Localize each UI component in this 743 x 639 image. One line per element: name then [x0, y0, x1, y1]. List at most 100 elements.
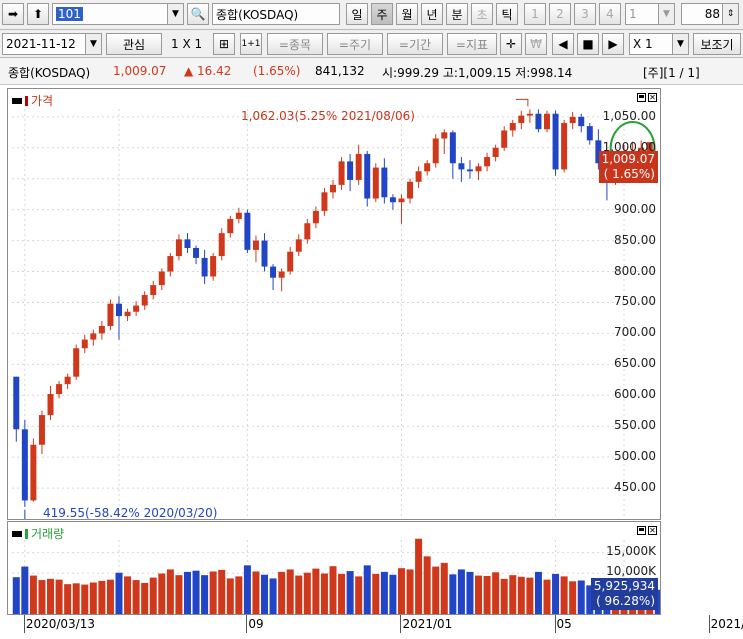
volume-bar	[64, 584, 72, 614]
volume-bar	[363, 565, 371, 614]
item-button[interactable]: =종목	[267, 33, 323, 55]
volume-bar	[380, 571, 388, 614]
period-minute-button[interactable]: 분	[446, 3, 468, 25]
series-color-icon	[25, 528, 28, 539]
grid-icon[interactable]: ⊞	[213, 33, 235, 55]
maximize-icon[interactable]	[637, 93, 646, 102]
candle	[509, 123, 516, 131]
candle	[552, 113, 559, 170]
currency-icon[interactable]: ₩	[525, 33, 547, 55]
current-price-badge: 1,009.07 ( 1.65%)	[598, 151, 658, 183]
date-tick	[554, 615, 556, 633]
info-volume: 841,132	[315, 64, 365, 78]
volume-bar	[149, 577, 157, 614]
price-chart-panel: 가격 ✕ 1,062.03(5.25% 2021/08/06) 419.55(-…	[7, 88, 661, 520]
period-button[interactable]: =주기	[327, 33, 383, 55]
stepper-icon[interactable]: ⇕	[722, 4, 738, 24]
candle	[407, 181, 414, 199]
up-arrow-icon[interactable]: ⬆	[27, 3, 49, 25]
price-tick-label: 750.00	[614, 294, 656, 309]
chevron-down-icon[interactable]: ▼	[85, 34, 101, 54]
volume-bar	[81, 584, 89, 614]
num-1-button[interactable]: 1	[524, 3, 546, 25]
volume-bar	[329, 566, 337, 614]
link-icon[interactable]: ➡	[2, 3, 24, 25]
maximize-icon[interactable]	[637, 526, 646, 535]
candle	[278, 271, 285, 278]
panel-handle-icon	[12, 530, 22, 537]
candle	[295, 239, 302, 252]
candle	[492, 147, 499, 158]
prev-icon[interactable]: ◀	[552, 33, 574, 55]
date-picker[interactable]: 2021-11-12 ▼	[2, 33, 102, 55]
zoom-select[interactable]: X 1 ▼	[629, 33, 689, 55]
candle	[73, 348, 80, 377]
num-4-button[interactable]: 4	[599, 3, 621, 25]
candle	[98, 325, 105, 334]
volume-bar	[183, 571, 191, 614]
volume-chart[interactable]	[8, 522, 660, 614]
candle	[218, 233, 225, 257]
watch-button[interactable]: 관심	[106, 33, 162, 55]
period-second-button[interactable]: 초	[471, 3, 493, 25]
code-input[interactable]: 101 ▼	[52, 3, 184, 25]
candle	[347, 161, 354, 180]
candle	[449, 132, 456, 164]
bars-value: 88	[704, 7, 720, 21]
price-chart[interactable]	[8, 89, 660, 519]
date-tick	[246, 615, 248, 633]
aux-button[interactable]: 보조기	[693, 33, 741, 55]
period-month-button[interactable]: 월	[396, 3, 418, 25]
volume-bar	[372, 573, 380, 614]
period-week-button[interactable]: 주	[371, 3, 393, 25]
current-price-value: 1,009.07	[601, 152, 655, 166]
close-icon[interactable]: ✕	[648, 526, 657, 535]
candle	[424, 163, 431, 172]
next-icon[interactable]: ▶	[602, 33, 624, 55]
chevron-down-icon[interactable]: ▼	[672, 34, 688, 54]
indicator-button[interactable]: =지표	[447, 33, 497, 55]
volume-bar	[320, 573, 328, 614]
chevron-down-icon[interactable]: ▼	[658, 4, 674, 24]
volume-title-text: 거래량	[31, 527, 65, 541]
volume-bar	[346, 571, 354, 614]
candle	[441, 132, 448, 139]
info-change-pct: (1.65%)	[253, 64, 301, 78]
period-year-button[interactable]: 년	[421, 3, 443, 25]
num-3-button[interactable]: 3	[574, 3, 596, 25]
price-tick-label: 1,050.00	[602, 108, 656, 123]
period-day-button[interactable]: 일	[346, 3, 368, 25]
layout-label: 1 X 1	[171, 37, 203, 51]
candle	[252, 240, 259, 250]
price-tick-label: 900.00	[614, 201, 656, 216]
candle	[167, 256, 174, 272]
volume-bar	[423, 556, 431, 614]
volume-bar	[355, 576, 363, 614]
crosshair-icon[interactable]: ✛	[500, 33, 522, 55]
volume-bar	[338, 573, 346, 614]
volume-chart-panel: 거래량 ✕ 10,000K 15,000K 5,925,934 ( 96.28%)	[7, 521, 661, 615]
num-2-button[interactable]: 2	[549, 3, 571, 25]
volume-bar	[415, 538, 423, 614]
candle	[210, 256, 217, 277]
search-icon[interactable]: 🔍	[187, 3, 209, 25]
one-by-one-icon[interactable]: 1+1	[240, 33, 262, 55]
info-change: ▲ 16.42	[184, 64, 232, 78]
volume-bar	[303, 572, 311, 614]
volume-bar	[517, 576, 525, 614]
current-volume-pct: ( 96.28%)	[596, 594, 655, 608]
low-annotation: 419.55(-58.42% 2020/03/20)	[43, 506, 218, 520]
bars-stepper[interactable]: 88 ⇕	[681, 3, 739, 25]
candle	[193, 248, 200, 258]
stop-icon[interactable]: ■	[577, 33, 599, 55]
volume-bar	[466, 571, 474, 614]
close-icon[interactable]: ✕	[648, 93, 657, 102]
period-tick-button[interactable]: 틱	[496, 3, 518, 25]
count-select[interactable]: 1 ▼	[625, 3, 675, 25]
candle	[47, 394, 54, 416]
volume-bar	[175, 575, 183, 614]
chevron-down-icon[interactable]: ▼	[167, 4, 183, 24]
candle	[13, 376, 20, 430]
range-button[interactable]: =기간	[387, 33, 443, 55]
candle	[184, 239, 191, 249]
